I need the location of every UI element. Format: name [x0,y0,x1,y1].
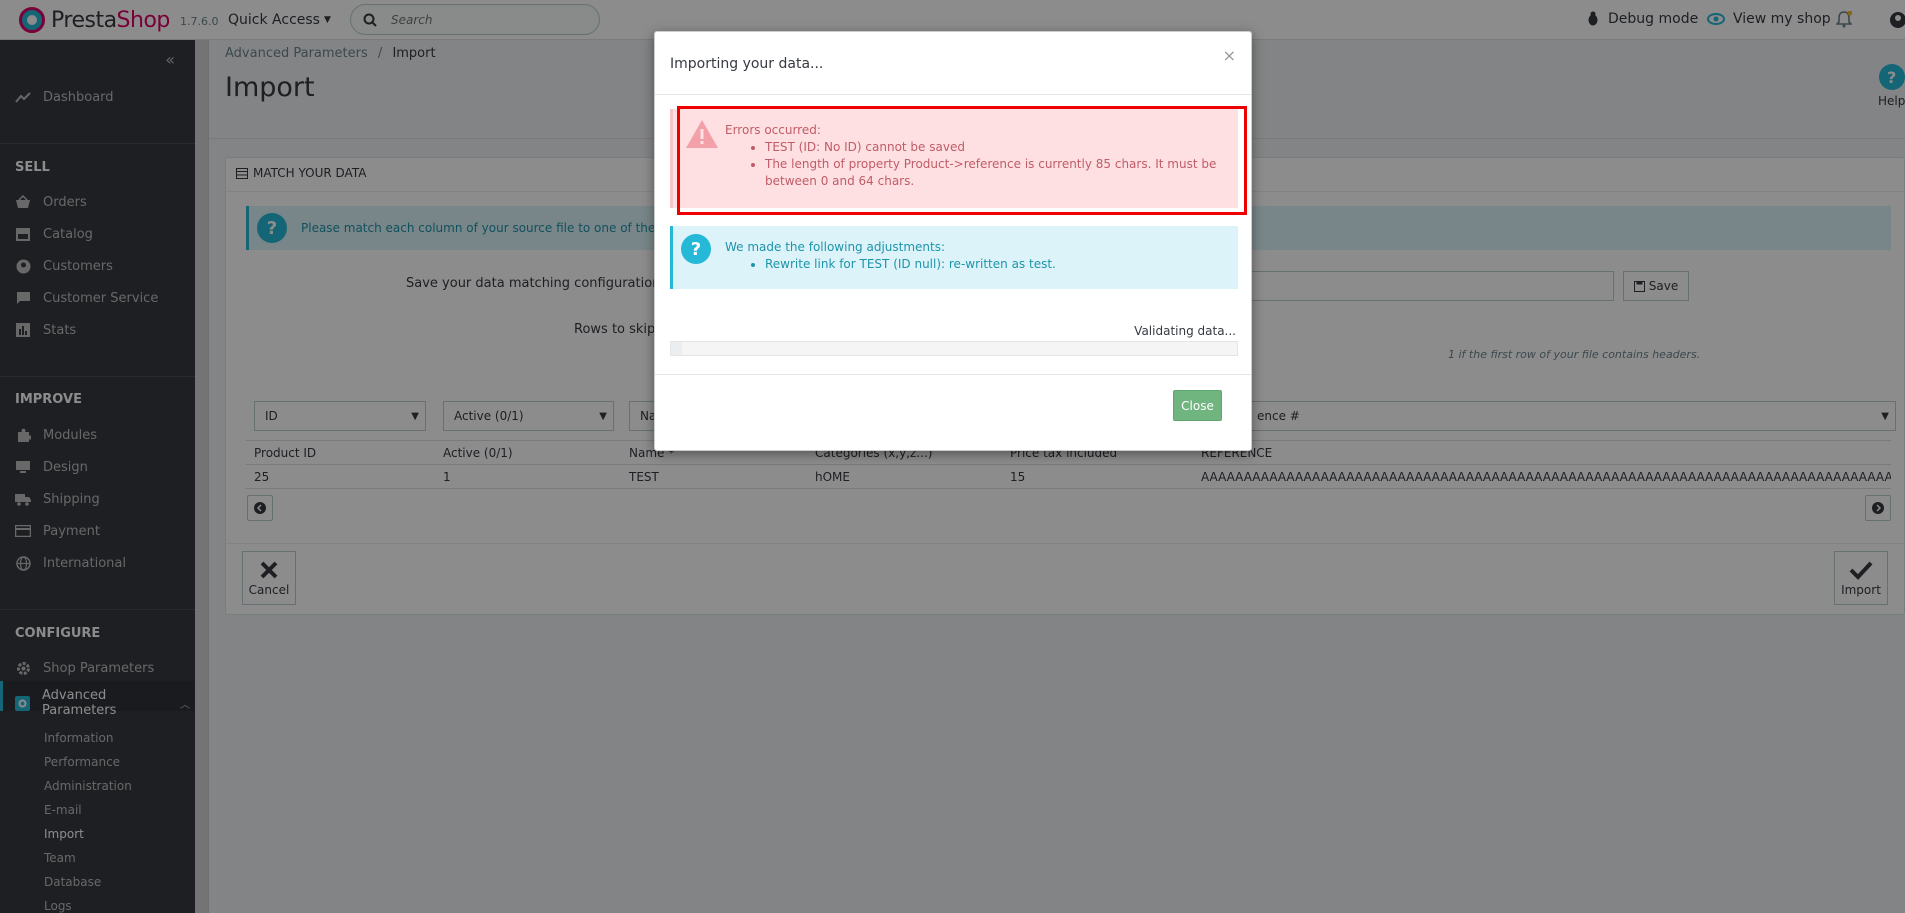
divider [655,374,1251,375]
divider [655,94,1251,95]
import-progress-modal: Importing your data... × Errors occurred… [654,31,1252,451]
adjustment-item: Rewrite link for TEST (ID null): re-writ… [765,256,1056,273]
validation-progress-bar [670,341,1238,356]
progress-fill [671,342,683,355]
modal-close-icon[interactable]: × [1223,46,1236,65]
error-highlight-outline [677,106,1247,215]
close-button[interactable]: Close [1173,390,1222,421]
question-icon: ? [681,234,711,264]
adjustments-alert: ? We made the following adjustments: Rew… [670,226,1238,289]
adjustments-title: We made the following adjustments: [725,240,946,254]
validating-status: Validating data... [1134,324,1236,338]
modal-title: Importing your data... [670,56,824,72]
